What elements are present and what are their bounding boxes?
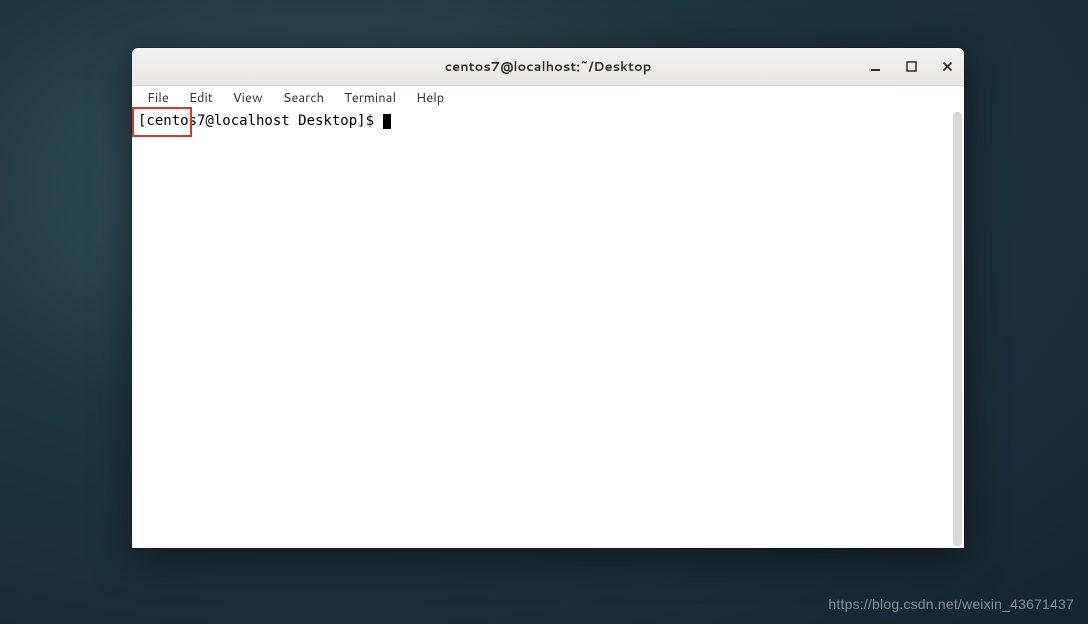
menubar: File Edit View Search Terminal Help xyxy=(132,86,964,110)
menu-terminal[interactable]: Terminal xyxy=(335,87,405,109)
cursor xyxy=(383,114,391,129)
menu-edit[interactable]: Edit xyxy=(180,87,222,109)
menu-view[interactable]: View xyxy=(224,87,272,109)
shell-prompt: [centos7@localhost Desktop]$ xyxy=(138,113,382,129)
titlebar[interactable]: centos7@localhost:~/Desktop xyxy=(132,48,964,86)
menu-search[interactable]: Search xyxy=(274,87,333,109)
prompt-line: [centos7@localhost Desktop]$ xyxy=(138,112,958,130)
window-controls xyxy=(866,48,956,85)
menu-file[interactable]: File xyxy=(138,87,178,109)
terminal-content[interactable]: [centos7@localhost Desktop]$ xyxy=(132,110,964,548)
minimize-button[interactable] xyxy=(866,58,884,76)
window-title: centos7@localhost:~/Desktop xyxy=(132,58,964,76)
scrollbar[interactable] xyxy=(953,112,962,546)
watermark: https://blog.csdn.net/weixin_43671437 xyxy=(828,596,1074,612)
close-button[interactable] xyxy=(938,58,956,76)
terminal-window: centos7@localhost:~/Desktop File xyxy=(132,48,964,548)
maximize-button[interactable] xyxy=(902,58,920,76)
menu-help[interactable]: Help xyxy=(407,87,453,109)
